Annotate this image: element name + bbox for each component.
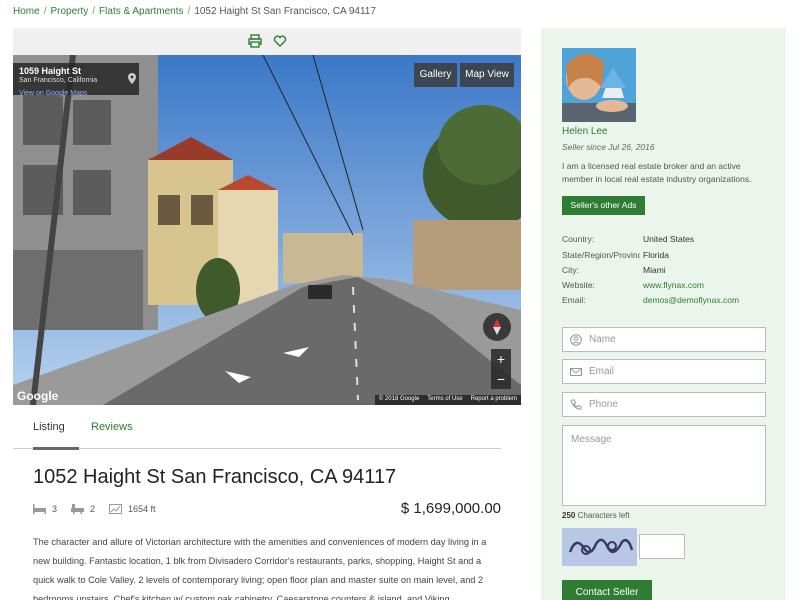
beds-count: 3 [52,504,58,514]
email-placeholder: Email [589,366,615,377]
print-icon[interactable] [248,34,262,48]
email-field[interactable]: Email [562,359,766,384]
seller-bio: I am a licensed real estate broker and a… [562,161,752,184]
street-scene-image [13,55,521,405]
map-attribution: © 2018 Google Terms of Use Report a prob… [374,395,521,405]
name-placeholder: Name [589,334,616,345]
map-pin-icon[interactable] [125,63,139,95]
characters-left-label: Characters left [577,511,630,520]
captcha-image [562,528,637,566]
zoom-out-button[interactable]: − [491,369,511,389]
listing-features: 3 2 1654 ft [33,504,170,514]
info-value: Miami [643,265,666,275]
seller-name[interactable]: Helen Lee [562,126,608,137]
info-key: State/Region/Province: [562,250,640,260]
tab-listing[interactable]: Listing [33,421,65,433]
report-problem-link[interactable]: Report a problem [471,396,517,404]
info-value: United States [643,234,695,244]
feature-baths: 2 [71,504,95,514]
listing-toolbar [13,28,521,55]
baths-count: 2 [90,504,96,514]
heart-icon[interactable] [273,34,287,48]
breadcrumb-separator: / [187,6,191,17]
view-on-google-maps-link[interactable]: View on Google Maps [19,90,87,97]
captcha-input[interactable] [639,534,685,559]
seller-avatar[interactable] [562,48,636,122]
phone-icon [570,399,582,410]
name-field[interactable]: Name [562,327,766,352]
breadcrumb-current: 1052 Haight St San Francisco, CA 94117 [194,6,376,17]
address-card-city: San Francisco, California [19,77,98,84]
area-icon [109,504,123,514]
terms-of-use-link[interactable]: Terms of Use [427,396,462,404]
phone-placeholder: Phone [589,399,618,410]
gallery-button[interactable]: Gallery [414,63,457,87]
seller-since: Seller since Jul 26, 2016 [562,142,655,152]
listing-title: 1052 Haight St San Francisco, CA 94117 [33,466,397,488]
attribution-copyright: © 2018 Google [378,396,420,402]
listing-description: The character and allure of Victorian ar… [33,537,487,600]
info-key: Email: [562,295,586,305]
breadcrumb-home[interactable]: Home [13,6,40,17]
info-value: Florida [643,250,669,260]
breadcrumb-property[interactable]: Property [50,6,88,17]
website-link[interactable]: www.flynax.com [643,280,704,290]
tab-reviews[interactable]: Reviews [91,421,133,433]
breadcrumb-separator: / [92,6,96,17]
feature-area: 1654 ft [109,504,156,514]
feature-beds: 3 [33,504,57,514]
address-card-street: 1059 Haight St [19,66,82,76]
map-view-button[interactable]: Map View [460,63,514,87]
phone-field[interactable]: Phone [562,392,766,417]
contact-seller-button[interactable]: Contact Seller [562,580,652,600]
info-key: Country: [562,234,595,244]
characters-left: 250 Characters left [562,511,630,520]
characters-left-count: 250 [562,511,576,520]
info-key: Website: [562,280,595,290]
message-placeholder: Message [571,434,612,445]
sellers-other-ads-button[interactable]: Seller's other Ads [562,196,645,215]
street-view-panorama[interactable]: 1059 Haight St San Francisco, California… [13,55,521,405]
message-field[interactable]: Message [562,425,766,506]
listing-tabs: Listing Reviews [13,405,501,450]
user-icon [570,334,582,346]
compass-icon[interactable] [483,313,511,341]
seller-sidebar: Helen Lee Seller since Jul 26, 2016 I am… [541,28,786,600]
google-logo: Google [17,389,59,403]
breadcrumb-separator: / [43,6,47,17]
envelope-icon [570,368,582,376]
breadcrumb: Home / Property / Flats & Apartments/1052 Ha… [13,6,376,17]
listing-price: $ 1,699,000.00 [400,500,501,517]
area-size: 1654 ft [128,504,156,514]
zoom-in-button[interactable]: + [491,349,511,369]
active-tab-indicator [33,447,79,450]
info-key: City: [562,265,579,275]
bed-icon [33,504,46,514]
bath-icon [71,504,85,514]
email-link[interactable]: demos@demoflynax.com [643,295,739,305]
breadcrumb-category[interactable]: Flats & Apartments [99,6,183,17]
